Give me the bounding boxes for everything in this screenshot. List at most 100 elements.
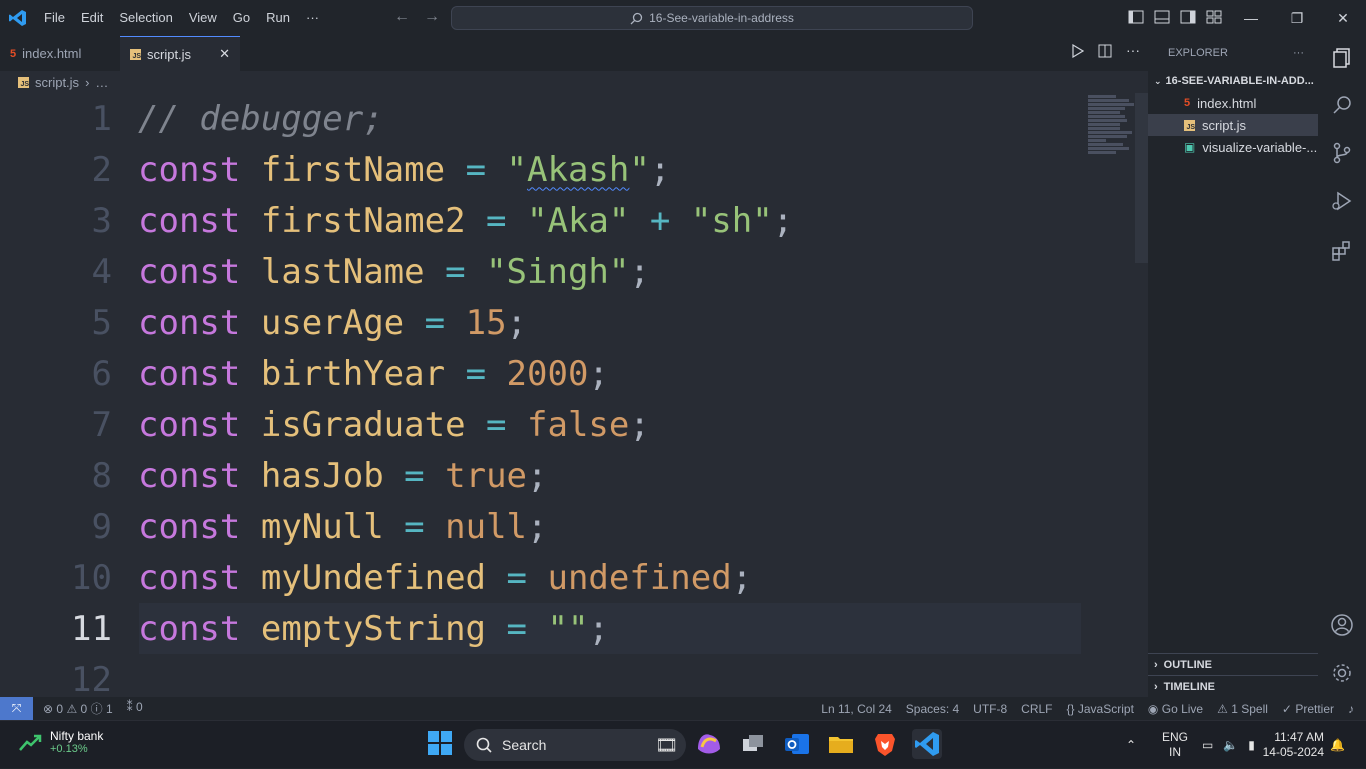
- source-control-icon[interactable]: [1330, 141, 1354, 165]
- code-text: const userAge = 15;: [138, 303, 527, 343]
- code-editor[interactable]: 12 11 const emptyString = ""; 10 const myUnd…: [0, 93, 1148, 697]
- toggle-primary-sidebar-icon[interactable]: [1128, 9, 1145, 26]
- code-line[interactable]: 2 const firstName = "Akash";: [0, 144, 1085, 195]
- run-icon[interactable]: [1072, 43, 1085, 61]
- brave-browser-icon[interactable]: [870, 729, 900, 759]
- menu-item-view[interactable]: View: [181, 0, 225, 36]
- code-token: ;: [506, 302, 528, 343]
- restore-icon[interactable]: ❐: [1274, 0, 1320, 36]
- code-line[interactable]: 4 const lastName = "Singh";: [0, 246, 1085, 297]
- code-line[interactable]: 10 const myUndefined = undefined;: [0, 552, 1085, 603]
- taskbar-search[interactable]: Search 🎞: [464, 729, 686, 761]
- notifications-bell-icon[interactable]: ♪: [1348, 702, 1354, 716]
- breadcrumb-file[interactable]: script.js: [35, 75, 79, 90]
- minimap-line: [1088, 139, 1107, 142]
- settings-gear-icon[interactable]: [1330, 661, 1354, 685]
- code-token: const: [138, 557, 241, 598]
- minimize-icon[interactable]: —: [1228, 0, 1274, 36]
- code-line[interactable]: 6 const birthYear = 2000;: [0, 348, 1085, 399]
- file-explorer-icon[interactable]: [826, 729, 856, 759]
- problems-indicator[interactable]: ⊗ 0 ⚠ 0 ⓘ 1: [43, 700, 113, 717]
- stock-widget[interactable]: Nifty bank +0.13%: [18, 729, 103, 755]
- show-hidden-icons[interactable]: ⌃: [1126, 721, 1136, 769]
- more-actions-icon[interactable]: ···: [1126, 43, 1140, 61]
- tab-script-js[interactable]: JS script.js ✕: [120, 36, 240, 71]
- explorer-more-icon[interactable]: ···: [1293, 47, 1304, 59]
- extensions-icon[interactable]: [1330, 239, 1354, 263]
- windows-start-icon[interactable]: [426, 729, 456, 759]
- minimap[interactable]: [1088, 95, 1134, 157]
- code-line[interactable]: 8 const hasJob = true;: [0, 450, 1085, 501]
- prettier-status[interactable]: ✓ Prettier: [1282, 702, 1334, 716]
- search-icon[interactable]: [1330, 93, 1354, 117]
- ports-indicator[interactable]: ⁑ 0: [127, 700, 143, 717]
- code-token: const: [138, 251, 241, 292]
- code-text: const myNull = null;: [138, 507, 548, 547]
- lang-secondary: IN: [1169, 745, 1181, 759]
- outline-section[interactable]: › OUTLINE: [1148, 653, 1318, 675]
- language-indicator[interactable]: ENG IN: [1162, 721, 1188, 769]
- cursor-position[interactable]: Ln 11, Col 24: [821, 702, 892, 716]
- explorer-files-icon[interactable]: [1330, 46, 1354, 70]
- language-mode[interactable]: {} JavaScript: [1067, 702, 1134, 716]
- nav-arrows: ← →: [394, 8, 440, 26]
- folder-root[interactable]: ⌄ 16-SEE-VARIABLE-IN-ADD...: [1148, 70, 1318, 92]
- task-view-icon[interactable]: [738, 729, 768, 759]
- tab-index-html[interactable]: 5 index.html: [0, 36, 120, 71]
- go-live-button[interactable]: ◉ Go Live: [1148, 702, 1203, 716]
- file-index-html[interactable]: 5 index.html: [1148, 92, 1318, 114]
- vscode-taskbar-icon[interactable]: [912, 729, 942, 759]
- line-number: 1: [91, 98, 112, 139]
- editor-actions: ···: [1072, 43, 1140, 61]
- notifications-icon[interactable]: 🔔: [1330, 721, 1345, 769]
- outlook-icon[interactable]: [782, 729, 812, 759]
- spell-check[interactable]: ⚠ 1 Spell: [1217, 702, 1268, 716]
- split-editor-icon[interactable]: [1098, 44, 1112, 61]
- back-arrow-icon[interactable]: ←: [394, 8, 410, 26]
- code-token: true: [445, 455, 528, 496]
- toggle-panel-icon[interactable]: [1154, 9, 1171, 26]
- close-window-icon[interactable]: ✕: [1320, 0, 1366, 36]
- timeline-section[interactable]: › TIMELINE: [1148, 675, 1318, 697]
- run-debug-icon[interactable]: [1330, 189, 1354, 213]
- system-tray-icons[interactable]: ▭ 🔈 ▮: [1202, 721, 1255, 769]
- end-of-line[interactable]: CRLF: [1021, 702, 1052, 716]
- remote-icon[interactable]: ⤧: [0, 697, 33, 720]
- code-line[interactable]: 1 // debugger;: [0, 93, 1085, 144]
- editor-scrollbar[interactable]: [1135, 93, 1148, 263]
- explorer-title: EXPLORER: [1168, 47, 1228, 59]
- code-line[interactable]: 11 const emptyString = "";: [71, 603, 1081, 654]
- code-text: const myUndefined = undefined;: [138, 558, 752, 598]
- breadcrumb-rest[interactable]: …: [95, 75, 108, 90]
- customize-layout-icon[interactable]: [1206, 9, 1223, 26]
- command-center-search[interactable]: 16-See-variable-in-address: [451, 6, 973, 30]
- line-number: 2: [91, 149, 112, 190]
- file-visualize-variable[interactable]: ▣ visualize-variable-...: [1148, 136, 1318, 158]
- clock-time: 11:47 AM: [1274, 730, 1324, 744]
- account-icon[interactable]: [1330, 613, 1354, 637]
- toggle-secondary-sidebar-icon[interactable]: [1180, 9, 1197, 26]
- code-line[interactable]: 3 const firstName2 = "Aka" + "sh";: [0, 195, 1085, 246]
- encoding[interactable]: UTF-8: [973, 702, 1007, 716]
- menu-item-run[interactable]: Run: [258, 0, 298, 36]
- code-line[interactable]: 7 const isGraduate = false;: [0, 399, 1085, 450]
- code-token: ;: [649, 149, 671, 190]
- code-line[interactable]: 9 const myNull = null;: [0, 501, 1085, 552]
- close-tab-icon[interactable]: ✕: [219, 46, 230, 62]
- menu-item-more[interactable]: ···: [298, 0, 327, 36]
- forward-arrow-icon[interactable]: →: [424, 8, 440, 26]
- file-script-js[interactable]: JS script.js: [1148, 114, 1318, 136]
- clock[interactable]: 11:47 AM 14-05-2024: [1258, 721, 1324, 769]
- code-line[interactable]: 5 const userAge = 15;: [0, 297, 1085, 348]
- menu-item-file[interactable]: File: [36, 0, 73, 36]
- code-token: firstName2: [260, 200, 466, 241]
- menu-item-go[interactable]: Go: [225, 0, 258, 36]
- code-line[interactable]: 12: [0, 654, 1085, 698]
- outline-label: OUTLINE: [1163, 658, 1212, 671]
- menu-item-edit[interactable]: Edit: [73, 0, 111, 36]
- copilot-icon[interactable]: [694, 729, 724, 759]
- menu-item-selection[interactable]: Selection: [111, 0, 180, 36]
- indentation[interactable]: Spaces: 4: [906, 702, 959, 716]
